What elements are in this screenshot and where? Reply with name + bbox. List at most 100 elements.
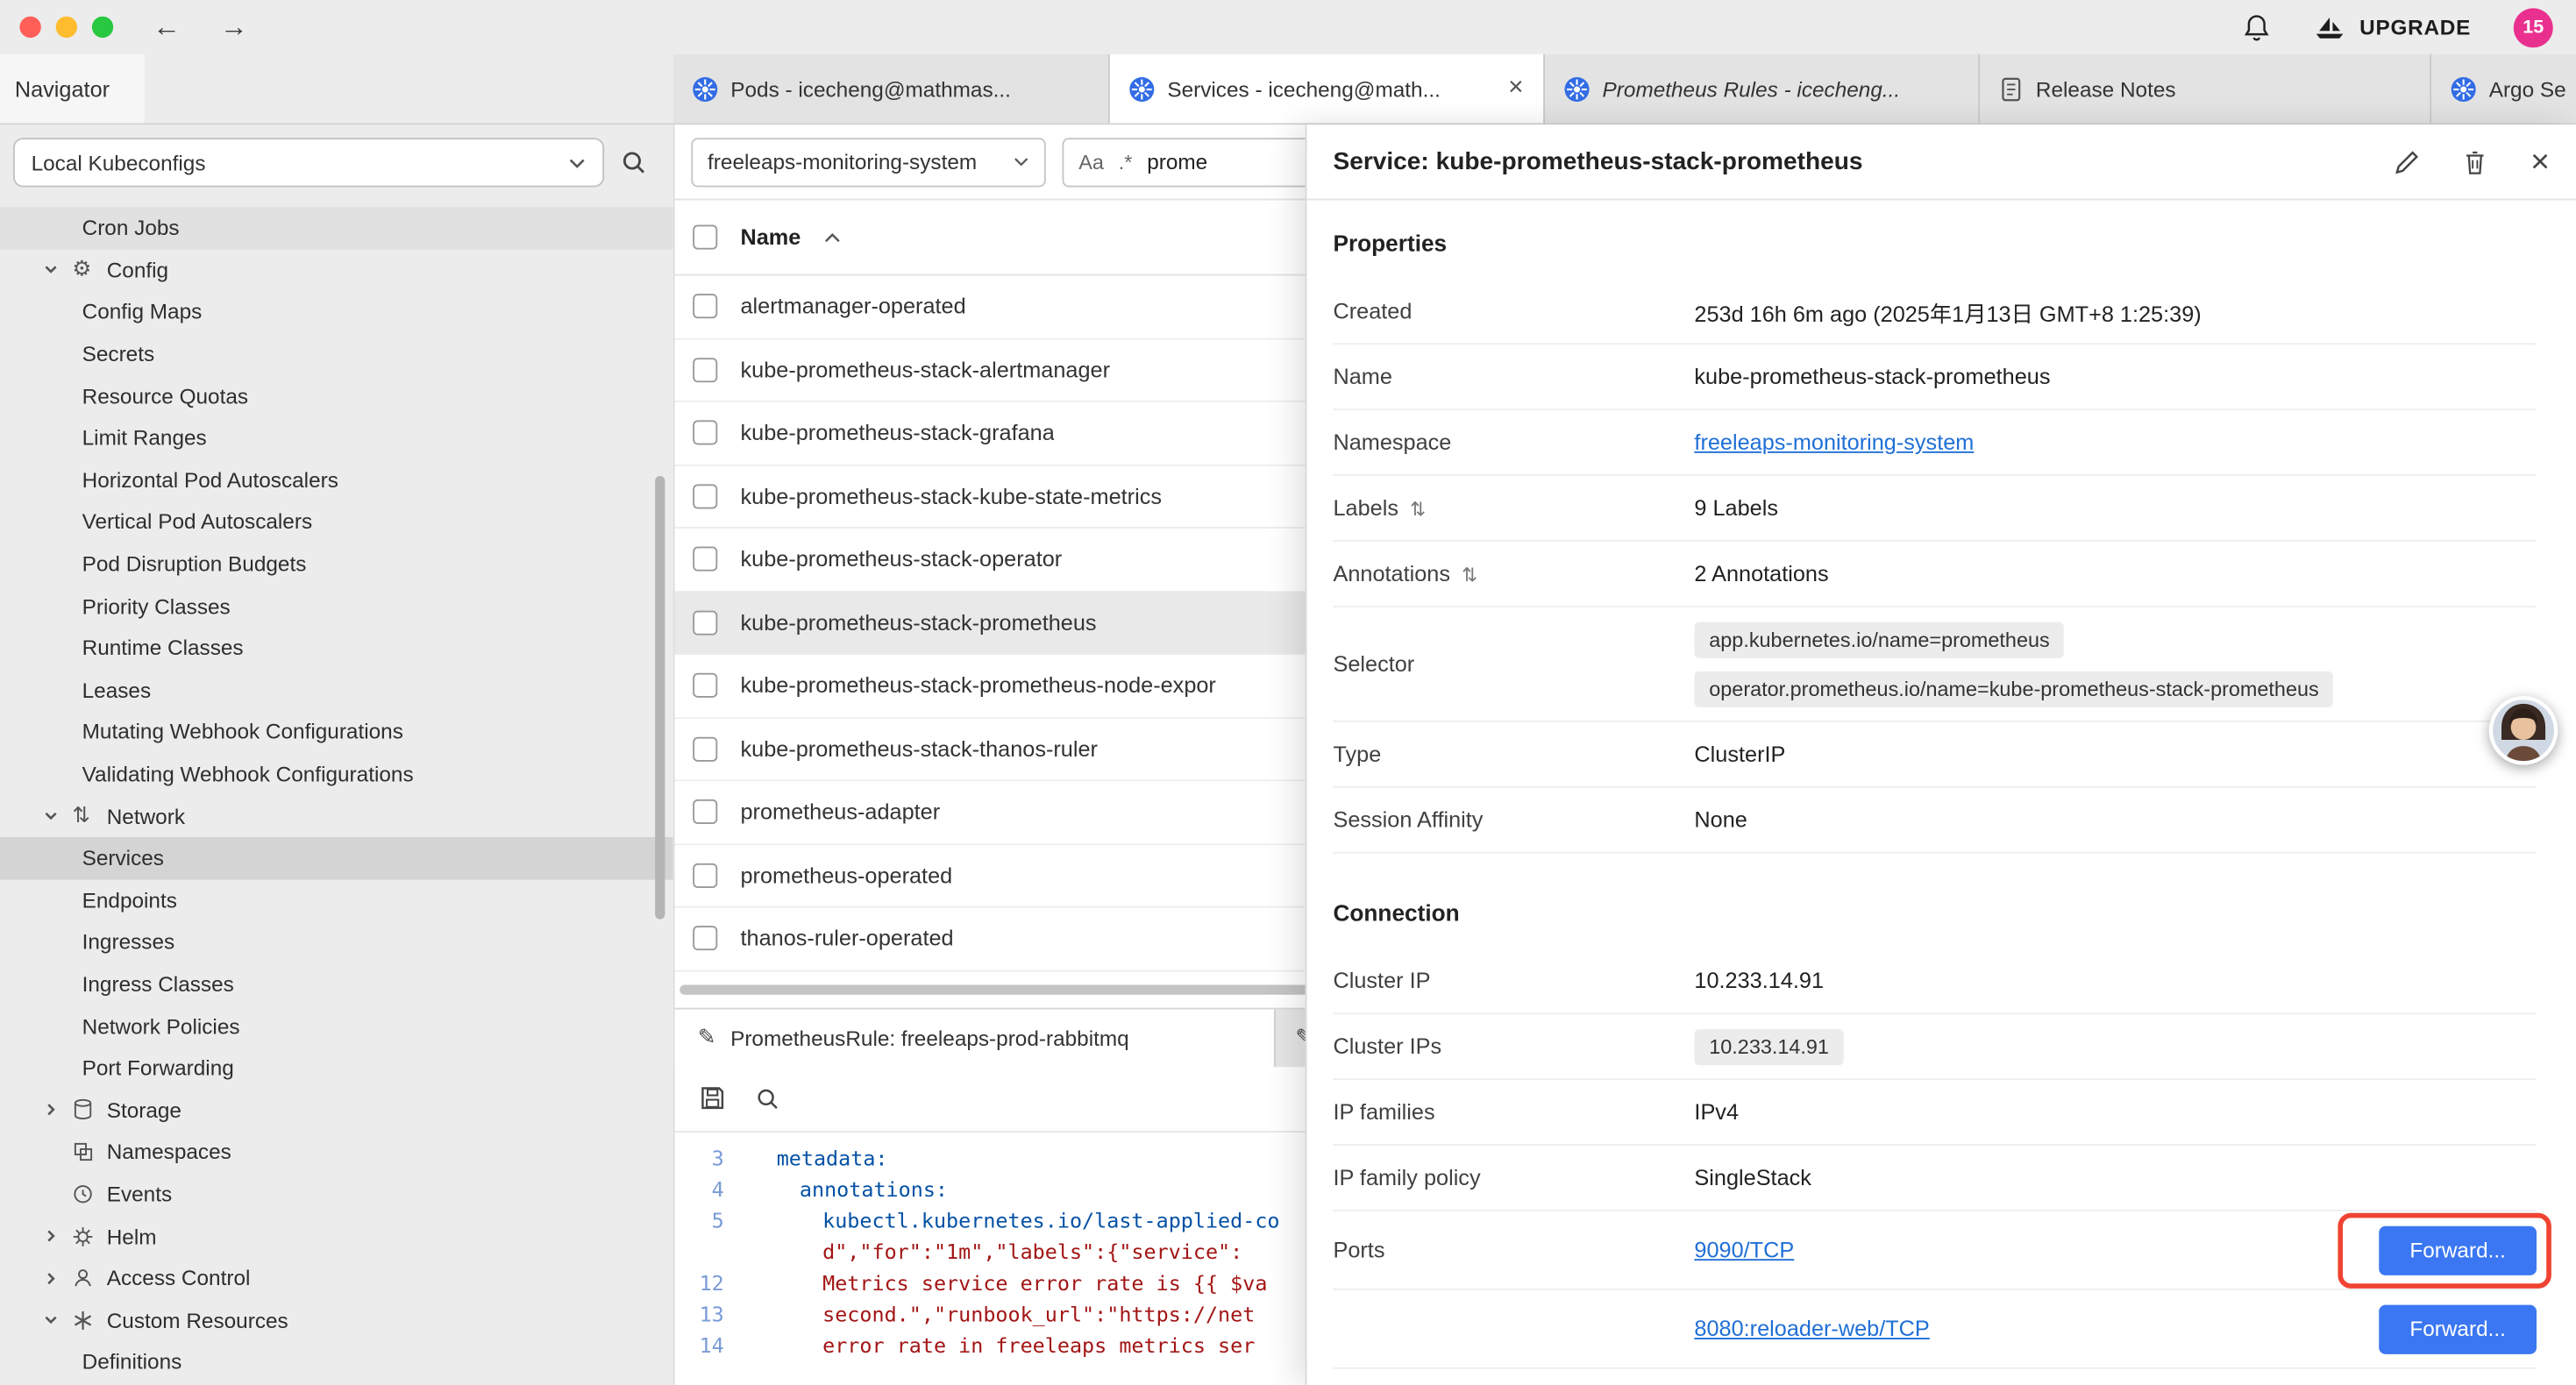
sidebar-item-priority-classes[interactable]: Priority Classes [0, 585, 673, 627]
row-checkbox[interactable] [693, 673, 717, 698]
ports-row: Ports 9090/TCP Forward... [1333, 1211, 2537, 1290]
sidebar-search-icon[interactable] [621, 149, 647, 175]
select-all-checkbox[interactable] [693, 225, 717, 250]
row-checkbox[interactable] [693, 295, 717, 319]
sidebar-item-config-maps[interactable]: Config Maps [0, 291, 673, 333]
chevron-right-icon[interactable] [43, 1228, 73, 1245]
tab-release-notes[interactable]: Release Notes [1980, 54, 2431, 124]
editor-search-icon[interactable] [755, 1086, 779, 1111]
sidebar-item-port-forwarding[interactable]: Port Forwarding [0, 1047, 673, 1089]
tab-argo[interactable]: Argo Se [2431, 54, 2576, 124]
sidebar-item-label: Config Maps [82, 300, 203, 324]
port-link[interactable]: 8080:reloader-web/TCP [1694, 1317, 1929, 1341]
created-value: 253d 16h 6m ago (2025年1月13日 GMT+8 1:25:3… [1694, 295, 2537, 327]
sort-ascending-icon[interactable] [824, 232, 841, 242]
port-link[interactable]: 9090/TCP [1694, 1238, 1794, 1262]
maximize-window-button[interactable] [92, 17, 113, 38]
forward-button[interactable]: Forward... [2379, 1304, 2537, 1353]
properties-section-heading: Properties [1333, 200, 2537, 279]
sidebar-item-ingress-classes[interactable]: Ingress Classes [0, 963, 673, 1005]
chevron-right-icon[interactable] [43, 1102, 73, 1119]
row-checkbox[interactable] [693, 421, 717, 445]
sidebar-item-custom-resources[interactable]: Custom Resources [0, 1299, 673, 1341]
row-checkbox[interactable] [693, 736, 717, 761]
navigator-panel-tab[interactable]: Navigator [0, 54, 145, 124]
chevron-right-icon[interactable] [43, 1270, 73, 1287]
chevron-down-icon[interactable] [43, 1312, 73, 1329]
name-row: Name kube-prometheus-stack-prometheus [1333, 344, 2537, 410]
name-column-header[interactable]: Name [740, 225, 801, 250]
sidebar-item-network-policies[interactable]: Network Policies [0, 1005, 673, 1047]
person-icon [72, 1268, 106, 1289]
forward-button[interactable]: → [220, 13, 248, 41]
upgrade-button[interactable]: UPGRADE [2314, 14, 2471, 40]
save-icon[interactable] [700, 1085, 726, 1112]
sidebar-item-mutating-webhook-configurations[interactable]: Mutating Webhook Configurations [0, 711, 673, 753]
row-checkbox[interactable] [693, 927, 717, 951]
forward-button[interactable]: Forward... [2379, 1225, 2537, 1275]
sidebar-item-vertical-pod-autoscalers[interactable]: Vertical Pod Autoscalers [0, 501, 673, 543]
tab-pods[interactable]: Pods - icecheng@mathmas... [673, 54, 1110, 124]
service-name: alertmanager-operated [740, 295, 965, 319]
sidebar-item-endpoints[interactable]: Endpoints [0, 879, 673, 921]
ports-label: Ports [1333, 1238, 1694, 1262]
close-tab-icon[interactable]: × [1508, 75, 1523, 102]
sidebar-item-limit-ranges[interactable]: Limit Ranges [0, 417, 673, 459]
expander-icon[interactable]: ⇅ [1462, 562, 1477, 585]
sidebar-item-pod-disruption-budgets[interactable]: Pod Disruption Budgets [0, 543, 673, 585]
document-icon [2000, 76, 2023, 101]
match-case-toggle[interactable]: Aa [1078, 150, 1104, 173]
kubeconfig-selector-value: Local Kubeconfigs [32, 150, 206, 174]
namespace-link[interactable]: freeleaps-monitoring-system [1694, 430, 1974, 455]
avatar[interactable] [2489, 696, 2558, 765]
chevron-down-icon [1013, 156, 1029, 167]
sidebar-item-label: Endpoints [82, 888, 177, 913]
sidebar-item-definitions[interactable]: Definitions [0, 1341, 673, 1383]
sidebar-item-namespaces[interactable]: Namespaces [0, 1131, 673, 1173]
sidebar-item-runtime-classes[interactable]: Runtime Classes [0, 627, 673, 669]
row-checkbox[interactable] [693, 358, 717, 382]
sidebar-item-config[interactable]: ⚙ Config [0, 249, 673, 291]
regex-toggle[interactable]: .* [1119, 150, 1133, 173]
expander-icon[interactable]: ⇅ [1410, 496, 1426, 519]
sidebar-item-secrets[interactable]: Secrets [0, 333, 673, 375]
sidebar-item-resource-quotas[interactable]: Resource Quotas [0, 375, 673, 417]
tab-prometheus-rules[interactable]: Prometheus Rules - icecheng... [1545, 54, 1980, 124]
session-affinity-value: None [1694, 807, 2537, 832]
sidebar-item-network[interactable]: ⇅ Network [0, 795, 673, 837]
close-icon[interactable]: × [2530, 146, 2550, 178]
sidebar-item-horizontal-pod-autoscalers[interactable]: Horizontal Pod Autoscalers [0, 458, 673, 501]
sidebar-scrollbar[interactable] [655, 476, 665, 920]
notifications-badge[interactable]: 15 [2514, 7, 2553, 46]
chevron-down-icon[interactable] [43, 807, 73, 824]
edit-icon[interactable] [2395, 148, 2421, 174]
sidebar-item-label: Resource Quotas [82, 384, 248, 408]
sidebar-item-services[interactable]: Services [0, 837, 673, 879]
sidebar-item-cron-jobs[interactable]: Cron Jobs [0, 207, 673, 249]
sidebar-item-helm[interactable]: Helm [0, 1215, 673, 1257]
namespace-filter[interactable]: freeleaps-monitoring-system [691, 137, 1045, 186]
row-checkbox[interactable] [693, 799, 717, 824]
minimize-window-button[interactable] [56, 17, 77, 38]
sidebar-item-storage[interactable]: Storage [0, 1089, 673, 1131]
sidebar-item-label: Network Policies [82, 1013, 240, 1038]
back-button[interactable]: ← [153, 13, 181, 41]
storage-cylinder-icon [72, 1098, 106, 1121]
sidebar-item-ingresses[interactable]: Ingresses [0, 921, 673, 963]
close-window-button[interactable] [19, 17, 40, 38]
sidebar-item-leases[interactable]: Leases [0, 669, 673, 711]
sidebar-item-validating-webhook-configurations[interactable]: Validating Webhook Configurations [0, 753, 673, 795]
row-checkbox[interactable] [693, 610, 717, 635]
row-checkbox[interactable] [693, 547, 717, 572]
row-checkbox[interactable] [693, 484, 717, 508]
editor-tab-prometheusrule[interactable]: ✎ PrometheusRule: freeleaps-prod-rabbitm… [675, 1009, 1276, 1067]
chevron-down-icon[interactable] [43, 261, 73, 278]
kubeconfig-selector[interactable]: Local Kubeconfigs [13, 138, 604, 187]
row-checkbox[interactable] [693, 863, 717, 887]
bell-icon[interactable] [2243, 12, 2271, 42]
tab-services[interactable]: Services - icecheng@math... × [1110, 54, 1545, 124]
trash-icon[interactable] [2463, 148, 2487, 174]
sidebar-item-access-control[interactable]: Access Control [0, 1257, 673, 1299]
kubernetes-icon [693, 76, 717, 101]
sidebar-item-events[interactable]: Events [0, 1173, 673, 1215]
